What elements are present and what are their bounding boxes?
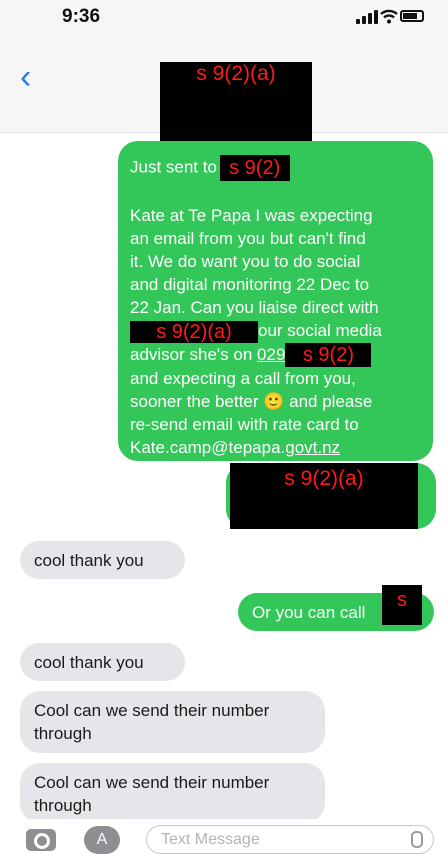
- message-text: Just sent to: [130, 157, 222, 177]
- message-line: it. We do want you to do social: [130, 252, 361, 271]
- message-line: re-send email with rate card to: [130, 415, 359, 435]
- message-line: an email from you but can't find: [130, 229, 366, 248]
- wifi-icon: [380, 9, 398, 24]
- message-line: and digital monitoring 22 Dec to: [130, 275, 370, 294]
- email-link[interactable]: govt.nz: [285, 438, 340, 457]
- message-text: Cool can we send their number through: [34, 773, 270, 815]
- name-redaction: s 9(2)(a): [130, 320, 258, 343]
- message-input-bar: A Text Message: [0, 820, 448, 854]
- phone-redaction: s 9(2): [219, 155, 290, 181]
- message-line: advisor she's on 029 s 9(2): [130, 343, 421, 368]
- sent-message-bubble[interactable]: s 9(2)(a): [226, 463, 436, 529]
- message-text: cool thank you: [34, 653, 144, 672]
- message-text: Kate.camp@tepapa.: [130, 438, 286, 458]
- message-text: cool thank you: [34, 551, 144, 570]
- message-placeholder: Text Message: [161, 831, 260, 848]
- message-text: Or you can call: [252, 603, 366, 622]
- microphone-icon[interactable]: [411, 831, 423, 848]
- received-message-bubble[interactable]: Cool can we send their number through: [20, 691, 325, 753]
- sent-message-bubble[interactable]: Just sent to s 9(2) Kate at Te Papa I wa…: [118, 141, 433, 461]
- message-line: 22 Jan. Can you liaise direct with: [130, 298, 379, 317]
- message-redaction: s 9(2)(a): [230, 463, 418, 529]
- received-message-bubble[interactable]: cool thank you: [20, 643, 185, 681]
- received-message-bubble[interactable]: Cool can we send their number through: [20, 763, 325, 819]
- message-line: sooner the better 🙂 and please: [130, 392, 373, 412]
- message-text-field[interactable]: Text Message: [146, 825, 434, 854]
- message-text: Cool can we send their number through: [34, 701, 270, 743]
- battery-icon: [400, 10, 424, 22]
- message-text: our social media: [258, 321, 382, 340]
- cellular-signal-icon: [356, 10, 378, 24]
- phone-link[interactable]: 029: [257, 345, 285, 364]
- message-line: and expecting a call from you,: [130, 369, 356, 389]
- back-chevron-icon[interactable]: ‹: [20, 60, 31, 94]
- status-time: 9:36: [62, 6, 101, 27]
- redaction-label: s 9(2)(a): [284, 467, 364, 490]
- message-line: Kate.camp@tepapa.govt.nz: [130, 436, 421, 459]
- sent-message-bubble[interactable]: Or you can call s: [238, 585, 434, 631]
- redaction-label: s 9(2)(a): [196, 62, 276, 85]
- conversation-header: ‹ s 9(2)(a): [0, 40, 448, 162]
- app-store-icon[interactable]: A: [84, 826, 120, 854]
- phone-redaction: s 9(2): [285, 343, 372, 368]
- message-line: s 9(2)(a) our social media: [130, 319, 421, 343]
- message-line-gap: [130, 181, 421, 204]
- phone-redaction: s: [382, 585, 422, 625]
- camera-icon[interactable]: [26, 829, 56, 851]
- received-message-bubble[interactable]: cool thank you: [20, 541, 185, 579]
- message-text: advisor she's on: [130, 344, 258, 364]
- message-line: Kate at Te Papa I was expecting: [130, 206, 373, 225]
- status-bar: 9:36: [0, 0, 448, 40]
- message-thread[interactable]: Just sent to s 9(2) Kate at Te Papa I wa…: [0, 133, 448, 819]
- message-line: Just sent to s 9(2): [130, 155, 421, 181]
